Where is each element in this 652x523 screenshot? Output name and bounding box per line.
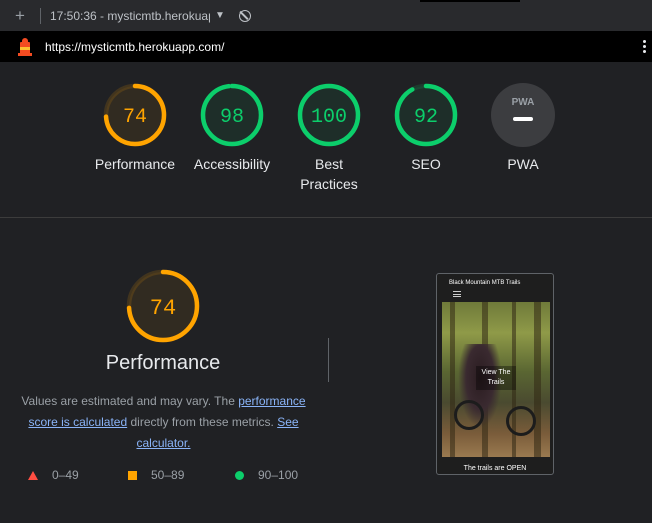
mountain-bike-photo: View The Trails: [442, 302, 550, 457]
gauge-best-practices-ring: 100: [297, 83, 361, 147]
gauge-pwa-label: PWA: [507, 156, 539, 172]
square-icon: [128, 470, 137, 480]
chevron-down-icon[interactable]: ▼: [215, 10, 225, 21]
triangle-icon: [28, 470, 38, 480]
legend-fail-label: 0–49: [52, 468, 79, 482]
legend-pass-label: 90–100: [258, 468, 299, 482]
legend-fail: 0–49: [28, 468, 79, 482]
performance-detail: 74 Performance: [8, 268, 318, 375]
gauge-best-practices[interactable]: 100 Best Practices: [279, 82, 379, 194]
gauge-seo-score: 92: [414, 106, 438, 129]
gauge-accessibility-label: Accessibility: [193, 156, 271, 172]
report-selector[interactable]: 17:50:36 - mysticmtb.herokuapp.com: [50, 9, 210, 23]
gauge-accessibility[interactable]: 98 Accessibility: [182, 82, 282, 174]
gauge-performance-score: 74: [123, 106, 147, 129]
performance-large-score: 74: [150, 296, 176, 321]
performance-large-gauge: 74: [126, 269, 200, 343]
report-url[interactable]: https://mysticmtb.herokuapp.com/: [45, 40, 224, 54]
toolbar-separator: [40, 7, 41, 24]
gauge-accessibility-ring: 98: [200, 83, 264, 147]
gauge-seo-ring: 92: [394, 83, 458, 147]
vertical-divider: [328, 338, 329, 382]
gauge-performance-ring: 74: [103, 83, 167, 147]
gauge-performance-label: Performance: [94, 156, 176, 172]
page-screenshot-thumbnail[interactable]: Black Mountain MTB Trails View The Trail…: [436, 273, 554, 475]
section-divider: [0, 217, 652, 218]
legend-average: 50–89: [128, 468, 184, 482]
gauge-best-practices-label: Best Practices: [300, 156, 358, 192]
performance-description: Values are estimated and may vary. The p…: [16, 391, 311, 454]
tab-indicator: [420, 0, 520, 2]
gauge-performance[interactable]: 74 Performance: [85, 82, 185, 174]
circle-icon: [235, 470, 244, 480]
trails-status-text: The trails are OPEN: [463, 465, 527, 472]
pwa-badge-icon: PWA: [491, 83, 555, 147]
view-trails-cta: View The Trails: [476, 366, 516, 390]
gauge-seo-label: SEO: [411, 156, 441, 172]
clear-reports-icon[interactable]: [238, 9, 251, 22]
thumbnail-site-title: Black Mountain MTB Trails: [449, 280, 521, 286]
gauge-seo[interactable]: 92 SEO: [376, 82, 476, 174]
gauge-accessibility-score: 98: [220, 106, 244, 129]
hamburger-menu-icon: [453, 291, 461, 299]
devtools-toolbar: + 17:50:36 - mysticmtb.herokuapp.com ▼: [0, 0, 652, 31]
legend-average-label: 50–89: [151, 468, 185, 482]
new-report-button[interactable]: +: [10, 6, 30, 26]
pwa-badge-text: PWA: [512, 97, 535, 108]
gauge-best-practices-score: 100: [311, 106, 347, 129]
performance-title: Performance: [105, 352, 221, 374]
description-text: Values are estimated and may vary. The: [21, 394, 239, 408]
more-options-icon[interactable]: [643, 40, 646, 55]
description-text-2: directly from these metrics.: [127, 415, 278, 429]
legend-pass: 90–100: [235, 468, 298, 482]
gauge-pwa[interactable]: PWA PWA: [473, 82, 573, 174]
report-url-bar: https://mysticmtb.herokuapp.com/: [0, 31, 652, 62]
lighthouse-icon: [18, 37, 32, 56]
